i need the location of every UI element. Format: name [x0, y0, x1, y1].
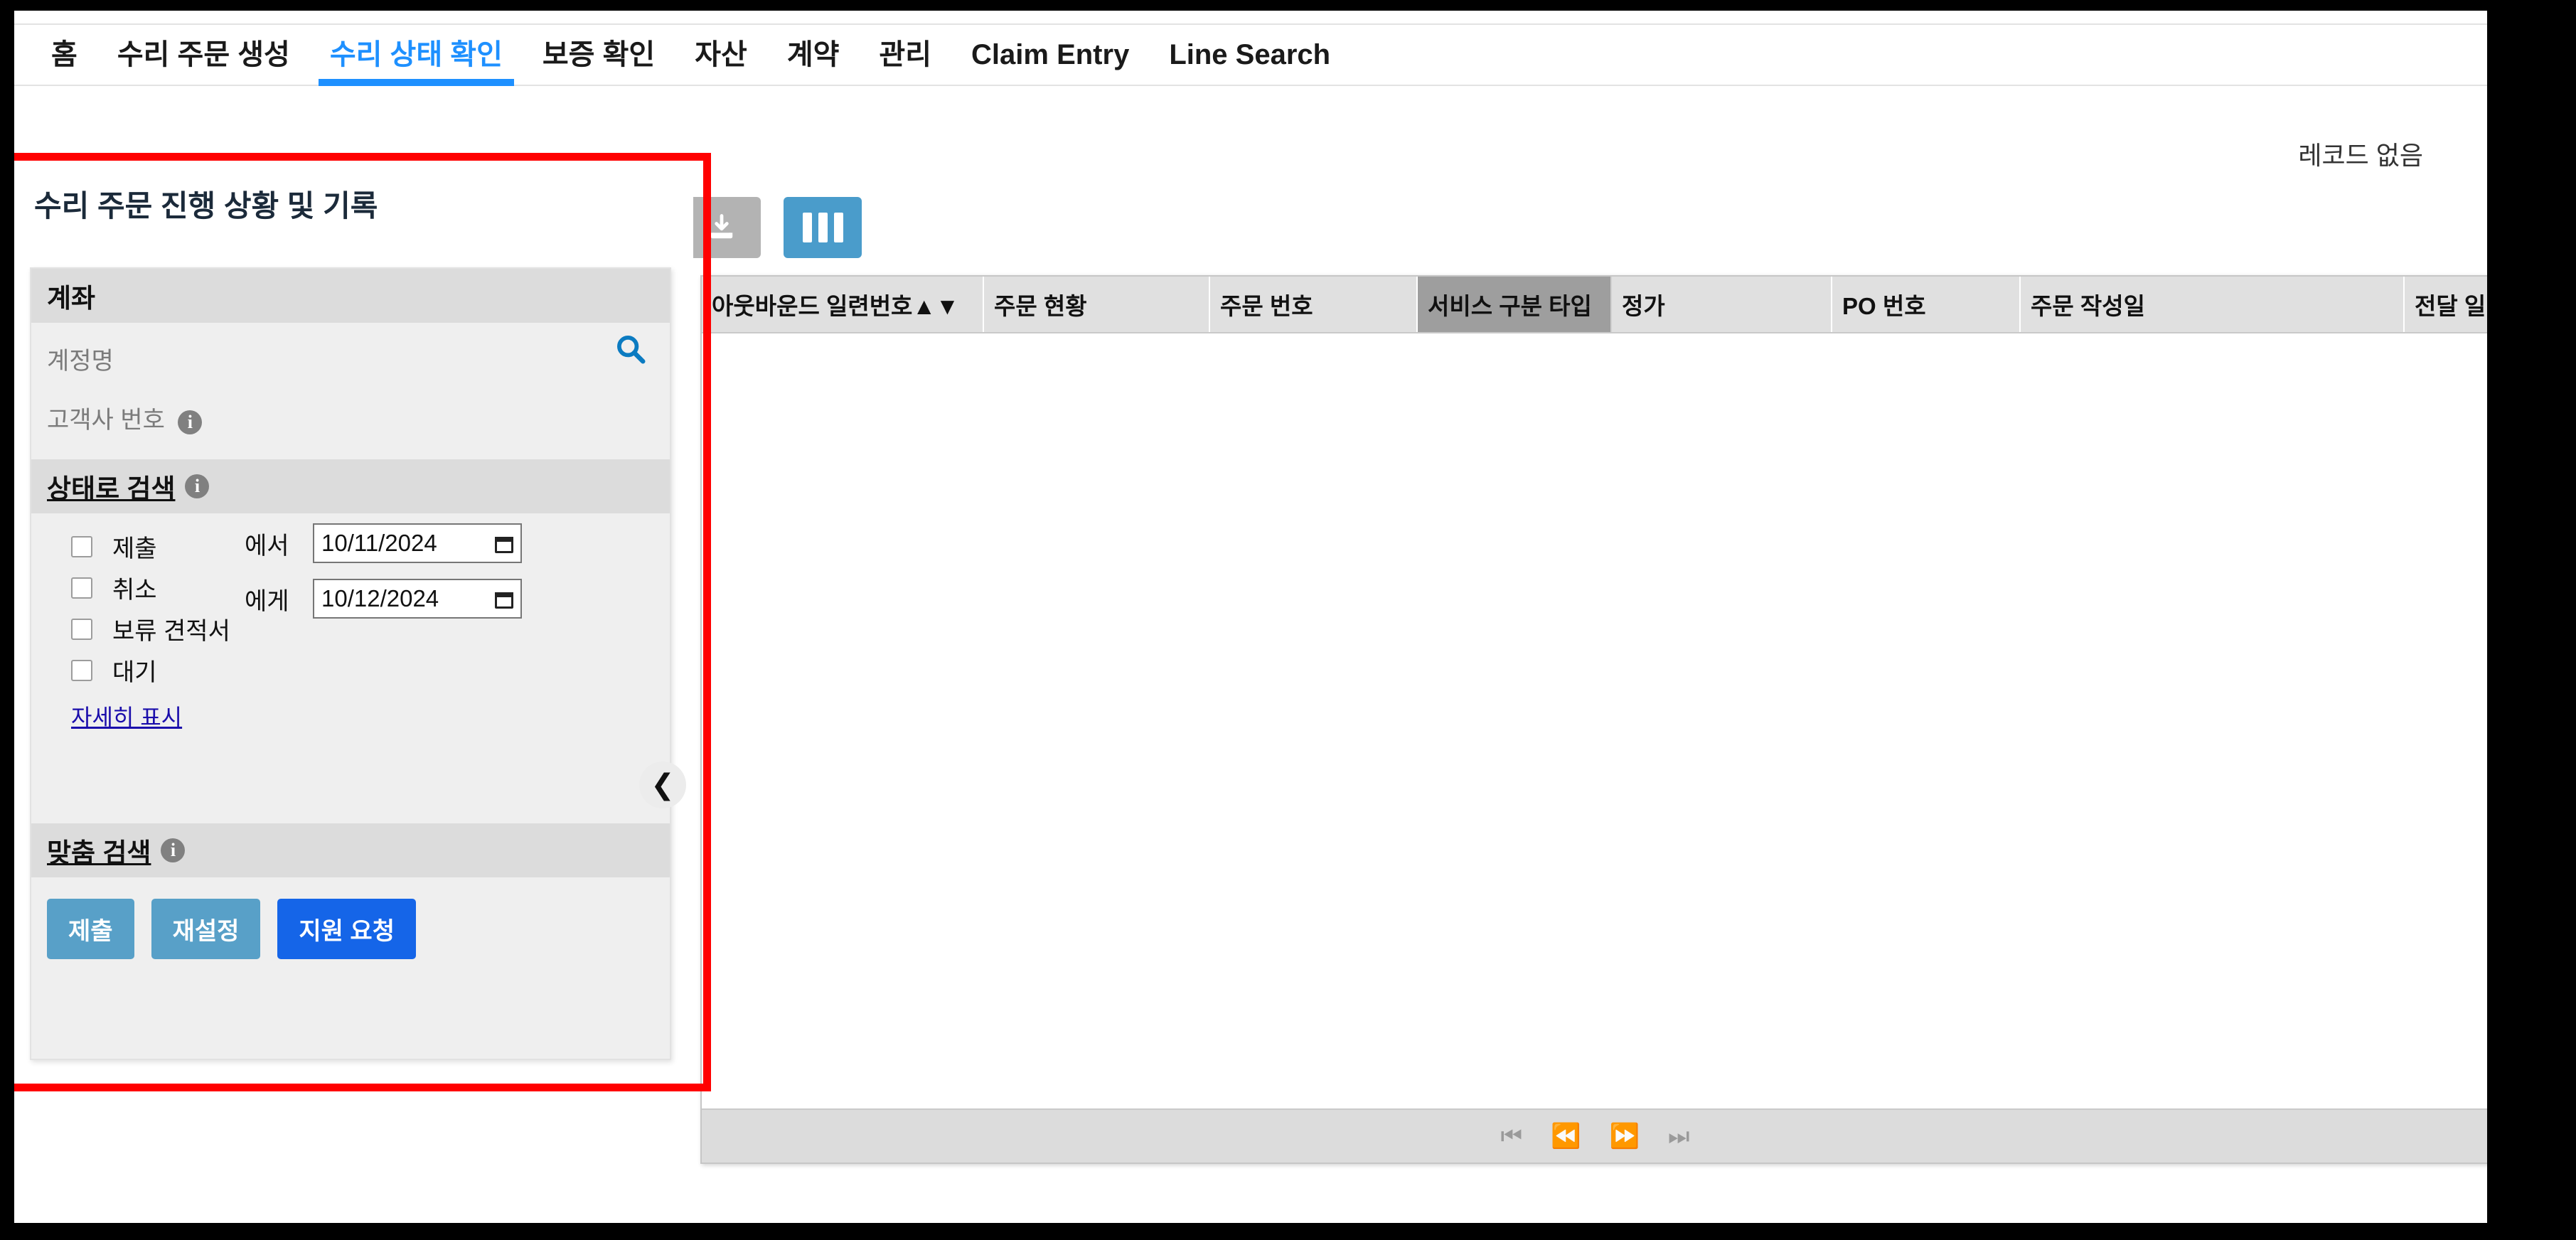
grid-column-label: 주문 현황 — [994, 293, 1087, 319]
record-count-label: 레코드 없음 — [2298, 141, 2423, 170]
nav-tab-list: 홈 수리 주문 생성 수리 상태 확인 보증 확인 자산 계약 관리 Claim Entry L… — [14, 25, 1350, 86]
next-page-icon[interactable]: ⏩ — [1610, 1124, 1640, 1148]
status-section-header: 상태로 검색 i — [31, 459, 670, 513]
grid-column-label: 정가 — [1622, 293, 1665, 319]
account-section-title: 계좌 — [47, 284, 96, 313]
status-checkbox[interactable] — [71, 618, 92, 640]
grid-column-label: 전달 일 — [2415, 293, 2486, 319]
custom-search-section-title[interactable]: 맞춤 검색 — [47, 831, 151, 870]
info-icon[interactable]: i — [185, 474, 210, 498]
grid-toolbar — [683, 188, 862, 267]
customer-number-row: 고객사 번호 i — [31, 376, 670, 435]
nav-tab-7[interactable]: 관리 — [859, 25, 951, 85]
nav-tab-2[interactable]: 수리 주문 생성 — [97, 25, 310, 85]
calendar-icon[interactable] — [495, 589, 513, 609]
search-icon[interactable] — [614, 333, 647, 365]
action-button-2[interactable]: 재설정 — [151, 899, 261, 959]
status-checkbox-label: 대기 — [112, 659, 157, 686]
page-canvas: 홈 수리 주문 생성 수리 상태 확인 보증 확인 자산 계약 관리 Claim Entry L… — [14, 11, 2487, 1223]
custom-search-section-header: 맞춤 검색 i — [31, 823, 670, 877]
show-more-link[interactable]: 자세히 표시 — [71, 700, 182, 732]
date-to-row: 에게 10/12/2024 — [245, 579, 522, 619]
action-button-1[interactable]: 제출 — [47, 899, 134, 959]
search-panel: 수리 주문 진행 상황 및 기록 계좌 계정명 고객사 번호 i 상태로 검색 — [14, 156, 693, 1077]
status-checkbox[interactable] — [71, 535, 92, 557]
status-section-body: 에서 10/11/2024 에게 10/12/2024 자세히 표시 제출취소보… — [31, 513, 670, 730]
account-name-input[interactable]: 계정명 — [47, 348, 114, 375]
last-page-icon[interactable]: ⏭ — [1668, 1124, 1690, 1148]
nav-tab-label: 홈 — [51, 39, 78, 70]
action-button-row: 제출 재설정 지원 요청 — [31, 877, 670, 959]
nav-tab-1[interactable]: 홈 — [14, 25, 97, 85]
date-to-value: 10/12/2024 — [321, 585, 439, 611]
status-checkbox-label: 취소 — [112, 577, 157, 604]
nav-tab-label: 자산 — [695, 39, 747, 70]
account-name-row: 계정명 — [31, 323, 670, 376]
date-from-input[interactable]: 10/11/2024 — [313, 523, 522, 563]
nav-tab-label: Line Search — [1169, 39, 1331, 70]
status-checkbox[interactable] — [71, 659, 92, 681]
grid-column-label: 서비스 구분 타입 — [1428, 293, 1592, 319]
grid-header-row: 아웃바운드 일련번호▲▼ 주문 현황 주문 번호 서비스 구분 타입 정가 PO 번호 주문… — [702, 277, 2487, 333]
status-section-title[interactable]: 상태로 검색 — [47, 467, 175, 506]
nav-tab-label: 수리 주문 생성 — [117, 39, 290, 70]
grid-column-label: 주문 번호 — [1220, 293, 1313, 319]
nav-tab-label: Claim Entry — [971, 39, 1130, 70]
page-title: 수리 주문 진행 상황 및 기록 — [34, 189, 378, 223]
nav-tab-5[interactable]: 자산 — [675, 25, 767, 85]
nav-tab-3[interactable]: 수리 상태 확인 — [310, 25, 523, 86]
status-checkbox-label: 보류 견적서 — [112, 618, 230, 645]
grid-column-header[interactable]: 전달 일 — [2405, 277, 2487, 332]
action-button-3[interactable]: 지원 요청 — [277, 899, 416, 959]
nav-tab-4[interactable]: 보증 확인 — [523, 25, 675, 85]
status-checkbox-row: 취소 — [71, 570, 157, 605]
status-checkbox-row: 보류 견적서 — [71, 611, 230, 646]
nav-tab-9[interactable]: Line Search — [1149, 25, 1350, 85]
download-icon — [710, 214, 733, 239]
grid-column-header[interactable]: 서비스 구분 타입 — [1418, 277, 1612, 332]
nav-tab-label: 계약 — [786, 39, 840, 70]
status-checkbox-label: 제출 — [112, 535, 157, 562]
date-to-label: 에게 — [245, 587, 289, 615]
export-button[interactable] — [683, 197, 761, 258]
grid-column-label: 주문 작성일 — [2031, 293, 2145, 319]
nav-tab-label: 관리 — [879, 39, 932, 70]
grid-pagination: ⏮ ⏪ ⏩ ⏭ — [702, 1108, 2487, 1162]
info-icon[interactable]: i — [161, 838, 186, 862]
status-checkbox[interactable] — [71, 577, 92, 599]
first-page-icon[interactable]: ⏮ — [1501, 1124, 1523, 1148]
grid-column-label: PO 번호 — [1842, 293, 1926, 319]
grid-column-header[interactable]: 아웃바운드 일련번호▲▼ — [702, 277, 984, 332]
customer-number-label: 고객사 번호 — [47, 407, 165, 434]
nav-tab-label: 보증 확인 — [542, 39, 656, 70]
grid-column-header[interactable]: PO 번호 — [1832, 277, 2021, 332]
columns-button[interactable] — [784, 197, 862, 258]
account-section-header: 계좌 — [31, 269, 670, 323]
date-from-label: 에서 — [245, 532, 289, 560]
grid-column-header[interactable]: 주문 번호 — [1210, 277, 1418, 332]
nav-tab-6[interactable]: 계약 — [767, 25, 860, 85]
status-checkbox-row: 제출 — [71, 529, 157, 564]
grid-column-label: 아웃바운드 일련번호▲▼ — [712, 293, 959, 319]
prev-page-icon[interactable]: ⏪ — [1551, 1124, 1581, 1148]
grid-column-header[interactable]: 주문 현황 — [984, 277, 1210, 332]
chevron-left-icon: ❮ — [651, 769, 675, 801]
grid-column-header[interactable]: 주문 작성일 — [2021, 277, 2405, 332]
grid-body-empty — [702, 333, 2487, 1108]
nav-tab-8[interactable]: Claim Entry — [951, 25, 1149, 85]
search-card: 계좌 계정명 고객사 번호 i 상태로 검색 i 에서 10/11/2024 에… — [30, 267, 671, 1060]
date-from-row: 에서 10/11/2024 — [245, 523, 522, 563]
nav-tab-label: 수리 상태 확인 — [329, 39, 503, 70]
columns-icon — [802, 213, 843, 242]
calendar-icon[interactable] — [495, 533, 513, 553]
main-navigation: 홈 수리 주문 생성 수리 상태 확인 보증 확인 자산 계약 관리 Claim Entry L… — [14, 23, 2487, 86]
status-checkbox-row: 대기 — [71, 653, 157, 688]
repair-orders-grid: 아웃바운드 일련번호▲▼ 주문 현황 주문 번호 서비스 구분 타입 정가 PO 번호 주문… — [700, 275, 2487, 1164]
date-from-value: 10/11/2024 — [321, 530, 437, 556]
panel-collapse-button[interactable]: ❮ — [639, 761, 686, 808]
info-icon[interactable]: i — [178, 410, 203, 434]
date-to-input[interactable]: 10/12/2024 — [313, 579, 522, 619]
grid-column-header[interactable]: 정가 — [1612, 277, 1832, 332]
